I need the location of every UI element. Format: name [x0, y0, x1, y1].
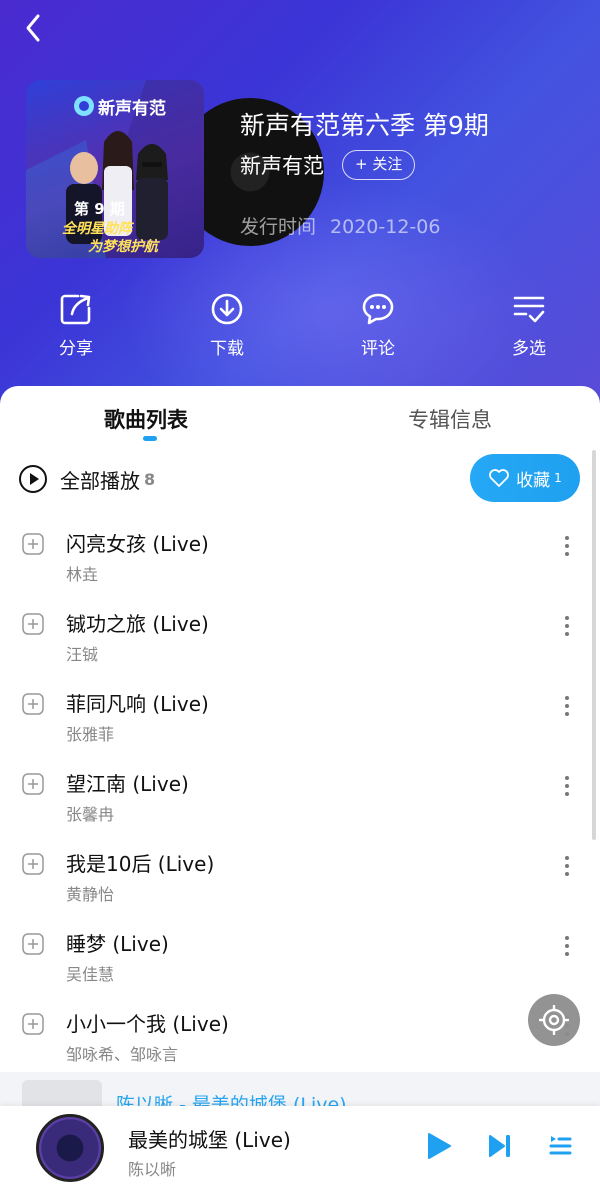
song-title: 闪亮女孩 (Live)	[66, 532, 209, 556]
more-options-icon[interactable]	[562, 694, 572, 718]
song-row[interactable]: 菲同凡响 (Live) 张雅菲	[0, 664, 600, 744]
favorite-count: 1	[554, 471, 562, 485]
share-icon	[60, 294, 91, 325]
song-artist: 张雅菲	[66, 725, 115, 744]
heart-icon	[489, 469, 510, 487]
favorite-label: 收藏	[516, 470, 551, 491]
comment-button[interactable]: 评论	[338, 292, 418, 359]
release-date: 2020-12-06	[330, 216, 441, 238]
album-title: 新声有范第六季 第9期	[240, 111, 489, 140]
next-song-peek[interactable]: 陈以晰 - 最美的城堡 (Live)	[0, 1072, 600, 1106]
album-header: 新声有范 第 9 期 全明星助阵 为梦想护航 新声有范第六季 第9期 新声有范 …	[0, 0, 600, 420]
multi-select-label: 多选	[512, 339, 546, 359]
more-options-icon[interactable]	[562, 534, 572, 558]
add-to-list-icon[interactable]	[22, 1013, 44, 1035]
song-title: 小小一个我 (Live)	[66, 1012, 229, 1036]
cover-episode: 第 9 期	[74, 200, 125, 218]
tab-indicator	[143, 436, 157, 441]
song-title: 铖功之旅 (Live)	[66, 612, 209, 636]
more-options-icon[interactable]	[562, 614, 572, 638]
more-options-icon[interactable]	[562, 774, 572, 798]
back-button[interactable]	[18, 12, 50, 44]
song-artist: 张馨冉	[66, 805, 115, 824]
next-track-icon[interactable]	[488, 1132, 512, 1160]
more-options-icon[interactable]	[562, 934, 572, 958]
locate-icon	[539, 1005, 569, 1035]
now-playing-title: 最美的城堡 (Live)	[128, 1128, 291, 1152]
now-playing-art[interactable]	[36, 1114, 104, 1182]
song-title: 我是10后 (Live)	[66, 852, 215, 876]
comment-label: 评论	[361, 339, 395, 359]
song-row[interactable]: 铖功之旅 (Live) 汪铖	[0, 584, 600, 664]
add-to-list-icon[interactable]	[22, 933, 44, 955]
now-playing-artist: 陈以晰	[128, 1160, 177, 1179]
peek-text: 陈以晰 - 最美的城堡 (Live)	[116, 1094, 347, 1106]
action-bar: 分享 下载 评论 多选	[0, 292, 600, 372]
share-button[interactable]: 分享	[36, 292, 116, 359]
scrollbar[interactable]	[592, 450, 596, 840]
mini-player[interactable]: 最美的城堡 (Live) 陈以晰	[0, 1106, 600, 1199]
download-icon	[211, 293, 243, 325]
tab-song-list[interactable]: 歌曲列表	[104, 404, 188, 434]
comment-icon	[362, 293, 394, 325]
song-title: 菲同凡响 (Live)	[66, 692, 209, 716]
peek-thumbnail	[22, 1080, 102, 1106]
song-row[interactable]: 闪亮女孩 (Live) 林垚	[0, 504, 600, 584]
add-to-list-icon[interactable]	[22, 533, 44, 555]
song-artist: 林垚	[66, 565, 99, 584]
download-label: 下载	[210, 339, 244, 359]
cover-slogan-2: 为梦想护航	[88, 239, 158, 255]
song-row[interactable]: 望江南 (Live) 张馨冉	[0, 744, 600, 824]
artist-name[interactable]: 新声有范	[240, 150, 324, 180]
more-options-icon[interactable]	[562, 854, 572, 878]
song-artist: 邹咏希、邹咏言	[66, 1045, 179, 1064]
favorite-button[interactable]: 收藏 1	[470, 454, 580, 502]
song-title: 睡梦 (Live)	[66, 932, 169, 956]
play-all-count: 8	[144, 469, 156, 489]
song-title: 望江南 (Live)	[66, 772, 189, 796]
song-artist: 汪铖	[66, 645, 99, 664]
add-to-list-icon[interactable]	[22, 613, 44, 635]
follow-button[interactable]: + 关注	[342, 150, 416, 180]
song-artist: 吴佳慧	[66, 965, 115, 984]
playlist-icon[interactable]	[548, 1132, 572, 1160]
song-row[interactable]: 睡梦 (Live) 吴佳慧	[0, 904, 600, 984]
song-artist: 黄静怡	[66, 885, 115, 904]
album-cover[interactable]: 新声有范 第 9 期 全明星助阵 为梦想护航	[26, 80, 324, 260]
play-icon[interactable]	[426, 1132, 452, 1160]
play-all-button[interactable]: 全部播放 8	[18, 464, 155, 494]
tab-album-info[interactable]: 专辑信息	[408, 404, 492, 434]
song-row[interactable]: 小小一个我 (Live) 邹咏希、邹咏言	[0, 984, 600, 1064]
release-label: 发行时间	[240, 216, 317, 238]
back-arrow-icon	[26, 14, 40, 42]
release-info: 发行时间 2020-12-06	[240, 212, 440, 239]
song-list: 闪亮女孩 (Live) 林垚 铖功之旅 (Live) 汪铖 菲同凡响 (Live…	[0, 504, 600, 1064]
cover-art: 新声有范 第 9 期 全明星助阵 为梦想护航	[26, 80, 204, 258]
song-row[interactable]: 我是10后 (Live) 黄静怡	[0, 824, 600, 904]
download-button[interactable]: 下载	[187, 292, 267, 359]
add-to-list-icon[interactable]	[22, 693, 44, 715]
play-all-label: 全部播放	[60, 468, 140, 493]
locate-current-song-button[interactable]	[528, 994, 580, 1046]
share-label: 分享	[59, 339, 93, 359]
cover-show-name: 新声有范	[98, 99, 166, 119]
multi-select-button[interactable]: 多选	[489, 292, 569, 359]
play-circle-icon	[19, 465, 47, 493]
add-to-list-icon[interactable]	[22, 773, 44, 795]
cover-slogan-1: 全明星助阵	[62, 221, 132, 237]
add-to-list-icon[interactable]	[22, 853, 44, 875]
multi-select-icon	[513, 296, 545, 323]
